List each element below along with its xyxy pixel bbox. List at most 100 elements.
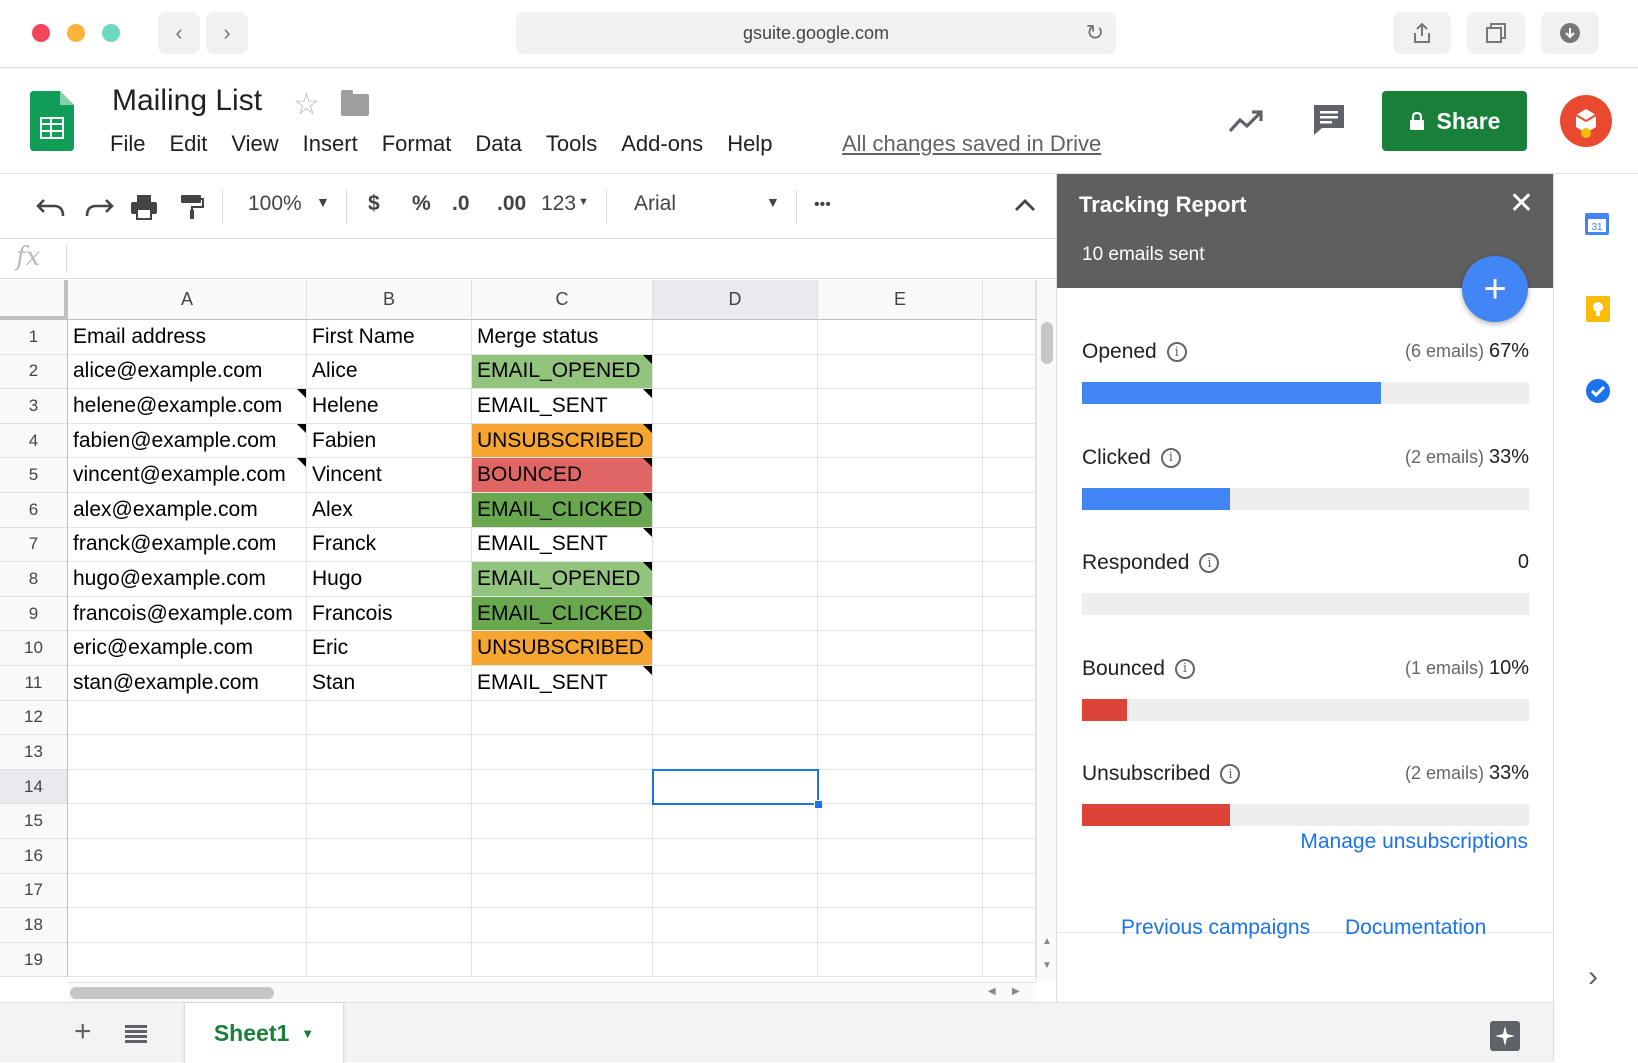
column-header-c[interactable]: C (472, 280, 653, 320)
menu-addons[interactable]: Add-ons (621, 131, 703, 157)
row-header-9[interactable]: 9 (0, 596, 68, 632)
empty-cell[interactable] (472, 839, 653, 874)
empty-cell[interactable] (983, 354, 1036, 390)
menu-data[interactable]: Data (475, 131, 521, 157)
empty-cell[interactable] (653, 527, 818, 563)
empty-cell[interactable] (653, 735, 818, 770)
vertical-scroll-thumb[interactable] (1041, 322, 1053, 364)
folder-icon[interactable] (341, 90, 369, 116)
more-toolbar-button[interactable]: ••• (814, 196, 831, 214)
sheet-tab-sheet1[interactable]: Sheet1 ▼ (185, 1003, 343, 1063)
empty-cell[interactable] (653, 666, 818, 701)
empty-cell[interactable] (653, 908, 818, 943)
info-icon[interactable]: i (1199, 553, 1220, 573)
caret-down-icon[interactable]: ▼ (301, 1026, 314, 1041)
comments-icon[interactable] (1312, 103, 1346, 137)
table-cell[interactable]: EMAIL_OPENED (472, 354, 653, 390)
add-campaign-button[interactable]: + (1462, 256, 1528, 322)
currency-format-button[interactable]: $ (368, 192, 380, 216)
decrease-decimal-button[interactable]: .0 (452, 192, 470, 216)
info-icon[interactable]: i (1174, 658, 1195, 679)
minimize-window-button[interactable] (67, 24, 85, 42)
column-header-b[interactable]: B (307, 280, 472, 320)
empty-cell[interactable] (983, 458, 1036, 493)
empty-cell[interactable] (472, 769, 653, 805)
zoom-select[interactable]: 100% (248, 192, 302, 216)
table-cell[interactable]: Vincent (307, 458, 472, 493)
menu-help[interactable]: Help (727, 131, 772, 157)
chevron-down-icon[interactable]: ▼ (316, 194, 330, 210)
empty-cell[interactable] (818, 700, 983, 736)
star-icon[interactable]: ☆ (293, 87, 320, 122)
table-cell[interactable]: EMAIL_SENT (472, 666, 653, 701)
empty-cell[interactable] (472, 700, 653, 736)
table-cell[interactable]: eric@example.com (68, 631, 307, 666)
empty-cell[interactable] (307, 942, 472, 978)
back-button[interactable]: ‹ (158, 12, 200, 54)
empty-cell[interactable] (653, 804, 818, 839)
empty-cell[interactable] (983, 389, 1036, 424)
row-header-11[interactable]: 11 (0, 666, 68, 701)
empty-cell[interactable] (68, 873, 307, 909)
column-header-a[interactable]: A (68, 280, 307, 320)
table-cell[interactable]: EMAIL_CLICKED (472, 493, 653, 528)
empty-cell[interactable] (983, 666, 1036, 701)
table-cell[interactable]: Email address (68, 320, 307, 355)
undo-icon[interactable] (36, 196, 66, 218)
scroll-up-icon[interactable]: ▲ (1042, 936, 1052, 947)
row-header-3[interactable]: 3 (0, 389, 68, 424)
documentation-link[interactable]: Documentation (1345, 916, 1486, 940)
empty-cell[interactable] (68, 908, 307, 943)
empty-cell[interactable] (818, 423, 983, 459)
sheets-logo-icon[interactable] (30, 91, 74, 151)
address-bar[interactable]: gsuite.google.com ↻ (516, 12, 1116, 54)
share-button[interactable]: Share (1382, 91, 1527, 151)
empty-cell[interactable] (653, 700, 818, 736)
row-header-6[interactable]: 6 (0, 493, 68, 528)
row-header-5[interactable]: 5 (0, 458, 68, 493)
empty-cell[interactable] (818, 839, 983, 874)
row-header-2[interactable]: 2 (0, 354, 68, 390)
reload-icon[interactable]: ↻ (1086, 20, 1104, 46)
active-cell-selection[interactable] (652, 768, 819, 806)
empty-cell[interactable] (307, 908, 472, 943)
row-header-7[interactable]: 7 (0, 527, 68, 563)
table-cell[interactable]: franck@example.com (68, 527, 307, 563)
increase-decimal-button[interactable]: .00 (497, 192, 526, 216)
tabs-button[interactable] (1467, 12, 1525, 54)
more-formats-button[interactable]: 123 (541, 192, 576, 216)
empty-cell[interactable] (653, 320, 818, 355)
empty-cell[interactable] (818, 596, 983, 632)
table-cell[interactable]: vincent@example.com (68, 458, 307, 493)
empty-cell[interactable] (818, 908, 983, 943)
horizontal-scrollbar[interactable]: ◀ ▶ (68, 982, 1036, 1002)
empty-cell[interactable] (818, 458, 983, 493)
scroll-right-icon[interactable]: ▶ (1012, 986, 1020, 997)
empty-cell[interactable] (818, 631, 983, 666)
paint-format-icon[interactable] (180, 194, 204, 220)
empty-cell[interactable] (983, 320, 1036, 355)
empty-cell[interactable] (818, 873, 983, 909)
chevron-down-icon[interactable]: ▼ (766, 194, 780, 210)
save-status[interactable]: All changes saved in Drive (842, 131, 1101, 157)
empty-cell[interactable] (472, 804, 653, 839)
expand-panel-icon[interactable]: › (1588, 960, 1598, 994)
empty-cell[interactable] (818, 666, 983, 701)
table-cell[interactable]: alex@example.com (68, 493, 307, 528)
row-header-13[interactable]: 13 (0, 735, 68, 770)
document-title[interactable]: Mailing List (112, 84, 262, 118)
empty-cell[interactable] (307, 735, 472, 770)
empty-cell[interactable] (983, 873, 1036, 909)
empty-cell[interactable] (653, 596, 818, 632)
empty-cell[interactable] (818, 804, 983, 839)
menu-view[interactable]: View (231, 131, 278, 157)
table-cell[interactable]: alice@example.com (68, 354, 307, 390)
activity-trend-icon[interactable] (1228, 109, 1264, 133)
empty-cell[interactable] (983, 527, 1036, 563)
row-header-19[interactable]: 19 (0, 942, 68, 978)
empty-cell[interactable] (653, 873, 818, 909)
empty-cell[interactable] (983, 700, 1036, 736)
menu-file[interactable]: File (110, 131, 145, 157)
empty-cell[interactable] (307, 769, 472, 805)
empty-cell[interactable] (653, 942, 818, 978)
